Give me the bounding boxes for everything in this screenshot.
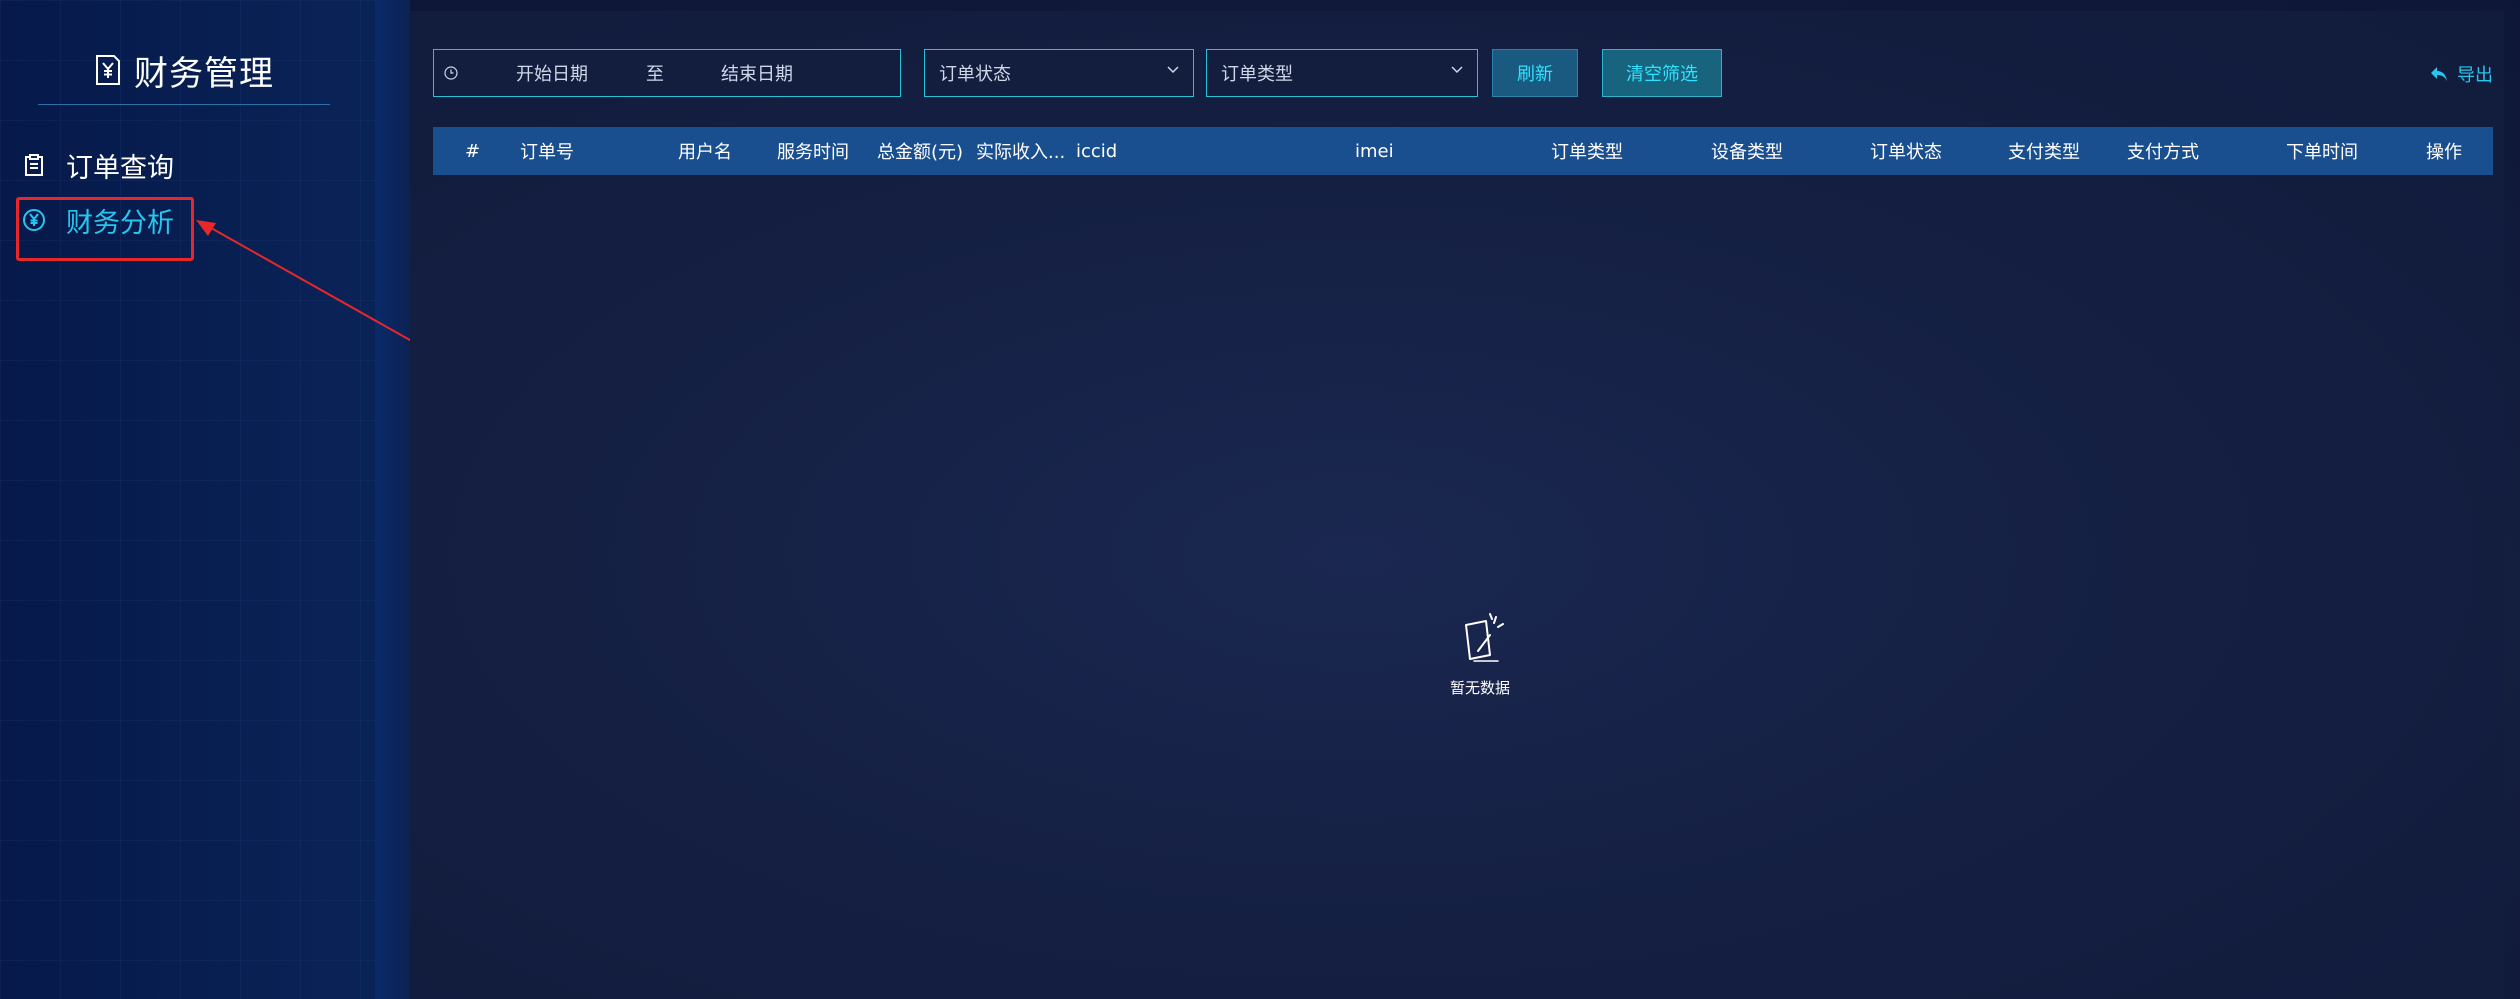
column-header[interactable]: 下单时间 (2286, 138, 2358, 164)
chevron-down-icon (1167, 66, 1179, 74)
reply-arrow-icon (2431, 67, 2447, 81)
empty-state: 暂无数据 (1435, 611, 1525, 698)
chevron-down-icon (1451, 66, 1463, 74)
column-header[interactable]: 设备类型 (1711, 138, 1783, 164)
column-header[interactable]: 订单状态 (1870, 138, 1942, 164)
column-header[interactable]: 订单类型 (1551, 138, 1623, 164)
sidebar-item-label: 订单查询 (66, 152, 174, 184)
clock-icon (444, 66, 458, 80)
column-header[interactable]: 服务时间 (777, 138, 849, 164)
column-header[interactable]: 订单号 (520, 138, 574, 164)
sidebar-item-order-query[interactable]: 订单查询 (22, 141, 174, 189)
order-type-placeholder: 订单类型 (1221, 64, 1293, 85)
column-header[interactable]: 支付类型 (2008, 138, 2080, 164)
finance-logo-icon (96, 55, 120, 85)
start-date-input[interactable]: 开始日期 (516, 60, 626, 86)
sidebar-title: 财务管理 (134, 53, 274, 94)
date-separator: 至 (646, 64, 664, 85)
date-range-picker[interactable]: 开始日期 至 结束日期 (433, 49, 901, 97)
order-type-select[interactable]: 订单类型 (1206, 49, 1478, 97)
table-header: # 订单号 用户名 服务时间 总金额(元) 实际收入... iccid imei… (433, 127, 2493, 175)
filter-bar: 开始日期 至 结束日期 订单状态 订单类型 刷新 清空筛选 导出 (433, 49, 2493, 99)
order-status-select[interactable]: 订单状态 (924, 49, 1194, 97)
empty-text: 暂无数据 (1449, 679, 1510, 697)
column-header[interactable]: # (465, 141, 480, 162)
column-header[interactable]: 支付方式 (2127, 138, 2199, 164)
column-header[interactable]: iccid (1076, 141, 1117, 162)
clipboard-icon (25, 154, 43, 176)
column-header[interactable]: 实际收入... (976, 138, 1065, 164)
sidebar-header: 财务管理 (38, 36, 330, 105)
order-status-placeholder: 订单状态 (939, 64, 1011, 85)
main-panel: 开始日期 至 结束日期 订单状态 订单类型 刷新 清空筛选 导出 # 订单号 用… (410, 11, 2504, 999)
column-header[interactable]: 用户名 (678, 138, 732, 164)
sidebar-divider (375, 0, 410, 999)
clear-filters-button[interactable]: 清空筛选 (1602, 49, 1722, 97)
column-header[interactable]: 总金额(元) (877, 138, 963, 164)
export-label: 导出 (2457, 65, 2493, 86)
annotation-highlight-box (16, 197, 194, 261)
column-header[interactable]: imei (1355, 141, 1394, 162)
column-header[interactable]: 操作 (2426, 138, 2462, 164)
empty-document-icon (1465, 613, 1504, 662)
export-button[interactable]: 导出 (2429, 61, 2493, 87)
refresh-button[interactable]: 刷新 (1492, 49, 1578, 97)
end-date-input[interactable]: 结束日期 (721, 60, 793, 86)
